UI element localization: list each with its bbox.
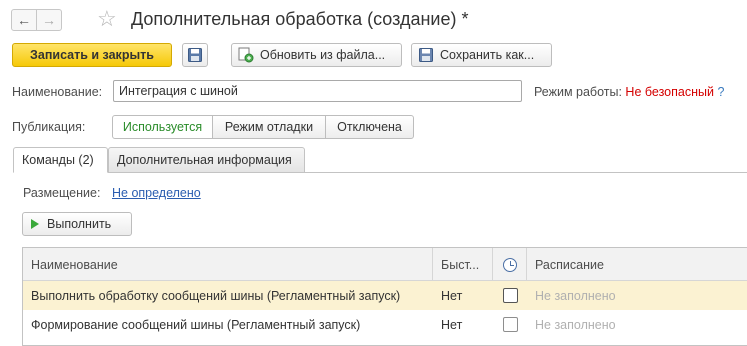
save-as-label: Сохранить как... xyxy=(440,48,535,62)
mode-label: Режим работы: xyxy=(534,85,622,99)
row-name: Формирование сообщений шины (Регламентны… xyxy=(31,317,361,332)
placement-label: Размещение: xyxy=(23,186,101,200)
tab-additional-info[interactable]: Дополнительная информация xyxy=(108,147,305,173)
row-checkbox-cell xyxy=(493,281,527,310)
save-and-close-button[interactable]: Записать и закрыть xyxy=(12,43,172,67)
run-button[interactable]: Выполнить xyxy=(22,212,132,236)
row-checkbox[interactable] xyxy=(502,288,518,303)
publication-option-disabled[interactable]: Отключена xyxy=(325,115,414,139)
update-from-file-label: Обновить из файла... xyxy=(260,48,386,62)
tab-commands-label: Команды (2) xyxy=(22,153,94,167)
commands-table: Наименование Быст... Расписание Выполнит… xyxy=(22,247,747,346)
save-button[interactable] xyxy=(182,43,208,67)
table-header: Наименование Быст... Расписание xyxy=(23,248,747,281)
name-label: Наименование: xyxy=(12,85,103,99)
column-header-fast[interactable]: Быст... xyxy=(433,248,493,281)
row-schedule[interactable]: Не заполнено xyxy=(527,310,747,339)
mode-value[interactable]: Не безопасный xyxy=(625,85,714,99)
publication-label: Публикация: xyxy=(12,120,86,134)
update-from-file-icon xyxy=(238,47,254,63)
column-header-scheduled[interactable] xyxy=(493,248,527,281)
row-schedule[interactable]: Не заполнено xyxy=(527,281,747,310)
publication-option-used[interactable]: Используется xyxy=(112,115,213,139)
column-header-name[interactable]: Наименование xyxy=(23,248,433,281)
row-checkbox-cell xyxy=(493,310,527,339)
page-title: Дополнительная обработка (создание) * xyxy=(131,9,469,29)
row-fast: Нет xyxy=(441,317,463,332)
forward-button[interactable]: → xyxy=(36,9,62,31)
row-checkbox[interactable] xyxy=(502,317,518,332)
name-input[interactable] xyxy=(113,80,522,102)
play-icon xyxy=(31,219,39,229)
help-icon[interactable]: ? xyxy=(717,85,724,99)
placement-link[interactable]: Не определено xyxy=(112,186,201,200)
update-from-file-button[interactable]: Обновить из файла... xyxy=(231,43,402,67)
row-fast: Нет xyxy=(441,288,463,303)
clock-icon xyxy=(502,257,517,272)
table-row[interactable]: Формирование сообщений шины (Регламентны… xyxy=(23,310,747,339)
mode-row: Режим работы: Не безопасный ? xyxy=(534,85,724,99)
arrow-left-icon: ← xyxy=(17,12,31,28)
arrow-right-icon: → xyxy=(42,12,56,28)
tab-divider xyxy=(13,172,747,173)
run-label: Выполнить xyxy=(47,217,112,231)
floppy-disk-icon xyxy=(188,48,202,62)
save-and-close-label: Записать и закрыть xyxy=(30,48,154,62)
save-as-button[interactable]: Сохранить как... xyxy=(411,43,552,67)
save-as-icon xyxy=(419,48,433,62)
tab-additional-info-label: Дополнительная информация xyxy=(117,153,292,167)
favorite-star-icon[interactable]: ☆ xyxy=(97,6,117,32)
table-row[interactable]: Выполнить обработку сообщений шины (Регл… xyxy=(23,281,747,310)
publication-option-debug[interactable]: Режим отладки xyxy=(212,115,326,139)
column-header-schedule[interactable]: Расписание xyxy=(527,248,747,281)
back-button[interactable]: ← xyxy=(11,9,37,31)
row-name: Выполнить обработку сообщений шины (Регл… xyxy=(31,288,401,303)
tab-commands[interactable]: Команды (2) xyxy=(13,147,108,173)
